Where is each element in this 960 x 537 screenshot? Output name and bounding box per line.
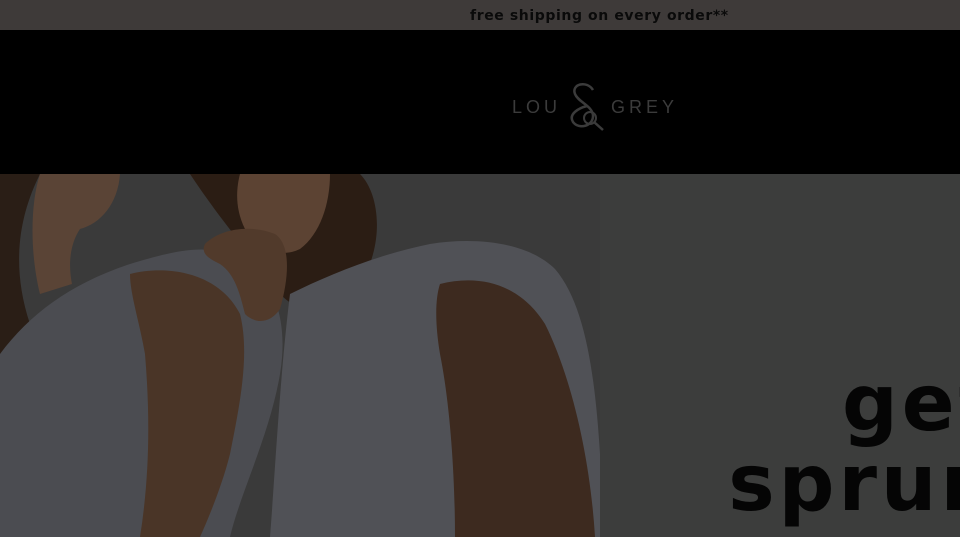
promo-text: free shipping on every order** <box>470 8 729 24</box>
two-models-photo-icon <box>0 174 600 537</box>
hero-photo <box>0 174 600 537</box>
promo-bar: free shipping on every order** <box>0 0 960 30</box>
hero-banner[interactable]: get sprun <box>0 174 960 537</box>
logo-left-word: LOU <box>512 96 562 117</box>
brand-logo[interactable]: LOU GREY <box>512 82 692 132</box>
ampersand-logo-icon <box>570 82 604 131</box>
headline-line-2: sprun <box>728 439 960 529</box>
hero-text-panel: get sprun <box>600 174 960 537</box>
logo-right-word: GREY <box>611 96 679 117</box>
headline-line-1: get <box>841 359 960 449</box>
hero-headline: get sprun <box>728 364 960 524</box>
site-header: LOU GREY <box>0 30 960 174</box>
